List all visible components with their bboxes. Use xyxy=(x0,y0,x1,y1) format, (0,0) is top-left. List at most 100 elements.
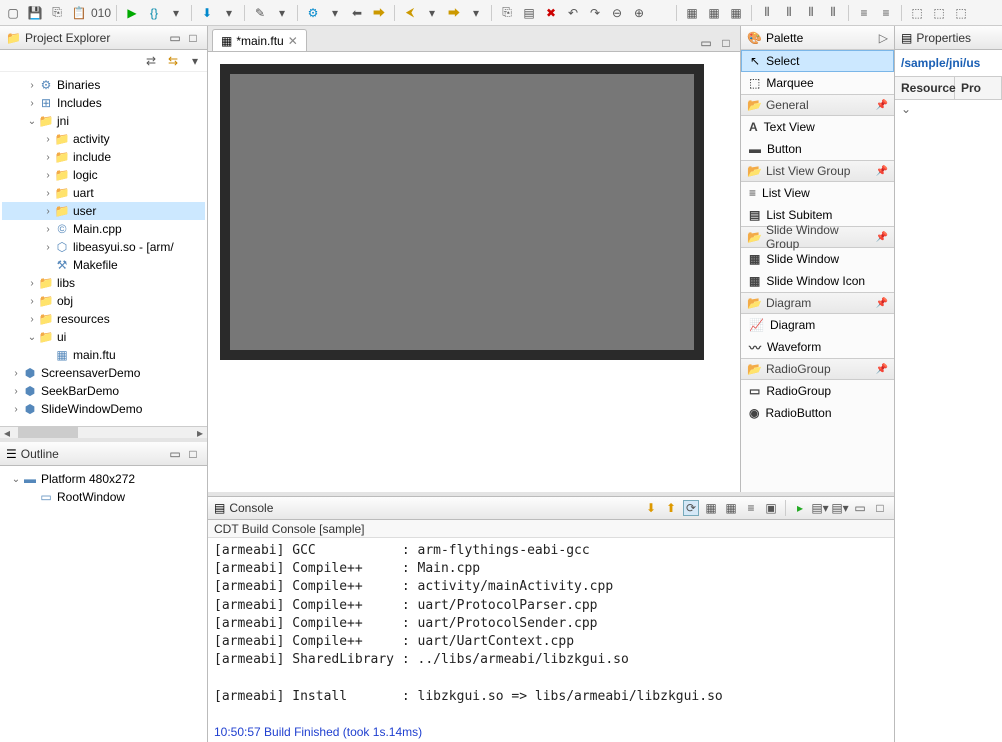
tree-item[interactable]: ▭RootWindow xyxy=(2,488,205,506)
tree-item[interactable]: ›⚙Binaries xyxy=(2,76,205,94)
minimize-icon[interactable]: ▭ xyxy=(852,500,868,516)
expand-arrow-icon[interactable]: › xyxy=(10,404,22,415)
expand-arrow-icon[interactable]: › xyxy=(26,98,38,109)
properties-row[interactable]: ⌄ xyxy=(895,100,1002,118)
palette-item[interactable]: ≡List View xyxy=(741,182,894,204)
palette-group-header[interactable]: 📂General📌 xyxy=(741,94,894,116)
tree-item[interactable]: ›©Main.cpp xyxy=(2,220,205,238)
palette-group-header[interactable]: 📂List View Group📌 xyxy=(741,160,894,182)
tree-item[interactable]: ›📁uart xyxy=(2,184,205,202)
dropdown-button[interactable]: ▾ xyxy=(220,4,238,22)
expand-arrow-icon[interactable]: › xyxy=(26,278,38,289)
terminal-icon[interactable]: ▣ xyxy=(763,500,779,516)
expand-arrow-icon[interactable]: › xyxy=(26,80,38,91)
editor-tab-main-ftu[interactable]: ▦ *main.ftu ✕ xyxy=(212,29,307,51)
palette-item[interactable]: ▦Slide Window xyxy=(741,248,894,270)
display-icon[interactable]: ≡ xyxy=(743,500,759,516)
download-button[interactable]: ⬇ xyxy=(198,4,216,22)
align4-button[interactable]: ⫴ xyxy=(824,4,842,22)
dropdown-button[interactable]: ▾ xyxy=(467,4,485,22)
properties-col-property[interactable]: Pro xyxy=(955,77,1002,99)
console-select-icon[interactable]: ▤▾ xyxy=(812,500,828,516)
maximize-icon[interactable]: □ xyxy=(185,30,201,46)
zoom-out-button[interactable]: ⊖ xyxy=(608,4,626,22)
palette-tool-select[interactable]: ↖Select xyxy=(741,50,894,72)
wand-button[interactable]: ✎ xyxy=(251,4,269,22)
minimize-icon[interactable]: ▭ xyxy=(698,35,714,51)
expand-arrow-icon[interactable]: › xyxy=(42,224,54,235)
expand-arrow-icon[interactable]: › xyxy=(26,296,38,307)
expand-arrow-icon[interactable]: ⌄ xyxy=(10,474,22,485)
tree-item[interactable]: ›📁activity xyxy=(2,130,205,148)
palette-arrow-icon[interactable]: ▷ xyxy=(879,31,888,45)
expand-arrow-icon[interactable]: › xyxy=(42,134,54,145)
expand-arrow-icon[interactable]: › xyxy=(26,314,38,325)
pin-icon[interactable]: 📌 xyxy=(876,232,888,243)
expand-arrow-icon[interactable]: › xyxy=(42,170,54,181)
palette-tool-marquee[interactable]: ⬚Marquee xyxy=(741,72,894,94)
view-menu-icon[interactable]: ▾ xyxy=(187,53,203,69)
copy-button[interactable]: ⎘ xyxy=(498,4,516,22)
binary-button[interactable]: 010 xyxy=(92,4,110,22)
undo-button[interactable]: ↶ xyxy=(564,4,582,22)
new-console-icon[interactable]: ▤▾ xyxy=(832,500,848,516)
pin-console-icon[interactable]: ▦ xyxy=(723,500,739,516)
properties-col-resource[interactable]: Resource xyxy=(895,77,955,99)
layout3-button[interactable]: ▦ xyxy=(727,4,745,22)
tree-item[interactable]: ⚒Makefile xyxy=(2,256,205,274)
dropdown-button[interactable]: ▾ xyxy=(167,4,185,22)
tree-item[interactable]: ›⬢SeekBarDemo xyxy=(2,382,205,400)
tree-item[interactable]: ›📁logic xyxy=(2,166,205,184)
palette-item[interactable]: AText View xyxy=(741,116,894,138)
console-output[interactable]: [armeabi] GCC : arm-flythings-eabi-gcc [… xyxy=(208,538,894,742)
dist2-button[interactable]: ≡ xyxy=(877,4,895,22)
design-canvas[interactable] xyxy=(220,64,704,360)
pin-icon[interactable]: 📌 xyxy=(876,364,888,375)
palette-item[interactable]: ▬Button xyxy=(741,138,894,160)
new-button[interactable]: ▢ xyxy=(4,4,22,22)
palette-group-header[interactable]: 📂Slide Window Group📌 xyxy=(741,226,894,248)
align2-button[interactable]: ⫴ xyxy=(780,4,798,22)
maximize-icon[interactable]: □ xyxy=(718,35,734,51)
scroll-thumb[interactable] xyxy=(18,427,78,438)
tree-item[interactable]: ›📁user xyxy=(2,202,205,220)
scroll-right-icon[interactable]: ▸ xyxy=(193,427,207,438)
fwd-yellow-button[interactable]: ⮕ xyxy=(370,4,388,22)
doc-button[interactable]: ▤ xyxy=(520,4,538,22)
tree-item[interactable]: ›⬢ScreensaverDemo xyxy=(2,364,205,382)
dropdown-button[interactable]: ▾ xyxy=(326,4,344,22)
expand-arrow-icon[interactable]: › xyxy=(10,368,22,379)
palette-group-header[interactable]: 📂RadioGroup📌 xyxy=(741,358,894,380)
expand-arrow-icon[interactable]: ⌄ xyxy=(26,116,38,127)
pin-icon[interactable]: 📌 xyxy=(876,298,888,309)
palette-item[interactable]: 📈Diagram xyxy=(741,314,894,336)
align1-button[interactable]: ⫴ xyxy=(758,4,776,22)
open-console-icon[interactable]: ▸ xyxy=(792,500,808,516)
expand-arrow-icon[interactable]: › xyxy=(42,188,54,199)
expand-arrow-icon[interactable]: › xyxy=(42,152,54,163)
save-all-button[interactable]: ⎘ xyxy=(48,4,66,22)
expand-arrow-icon[interactable]: › xyxy=(10,386,22,397)
palette-item[interactable]: ▦Slide Window Icon xyxy=(741,270,894,292)
tree-item[interactable]: ›⬢SlideWindowDemo xyxy=(2,400,205,418)
minimize-icon[interactable]: ▭ xyxy=(167,446,183,462)
scroll-down-icon[interactable]: ⬇ xyxy=(643,500,659,516)
collapse-all-icon[interactable]: ⇄ xyxy=(143,53,159,69)
pin-icon[interactable]: 📌 xyxy=(876,166,888,177)
palette-group-header[interactable]: 📂Diagram📌 xyxy=(741,292,894,314)
tree-item[interactable]: ›⊞Includes xyxy=(2,94,205,112)
tree-item[interactable]: ›📁obj xyxy=(2,292,205,310)
tree-item[interactable]: ›⬡libeasyui.so - [arm/ xyxy=(2,238,205,256)
tree-item[interactable]: ›📁include xyxy=(2,148,205,166)
lock-scroll-icon[interactable]: ⟳ xyxy=(683,500,699,516)
save-button[interactable]: 💾 xyxy=(26,4,44,22)
minimize-icon[interactable]: ▭ xyxy=(167,30,183,46)
layout1-button[interactable]: ▦ xyxy=(683,4,701,22)
close-tab-icon[interactable]: ✕ xyxy=(288,34,298,48)
dropdown-button[interactable]: ▾ xyxy=(273,4,291,22)
debug-button[interactable]: {} xyxy=(145,4,163,22)
layout2-button[interactable]: ▦ xyxy=(705,4,723,22)
expand-arrow-icon[interactable]: ⌄ xyxy=(26,332,38,343)
clear-console-icon[interactable]: ▦ xyxy=(703,500,719,516)
horizontal-scrollbar[interactable]: ◂ ▸ xyxy=(0,426,207,438)
